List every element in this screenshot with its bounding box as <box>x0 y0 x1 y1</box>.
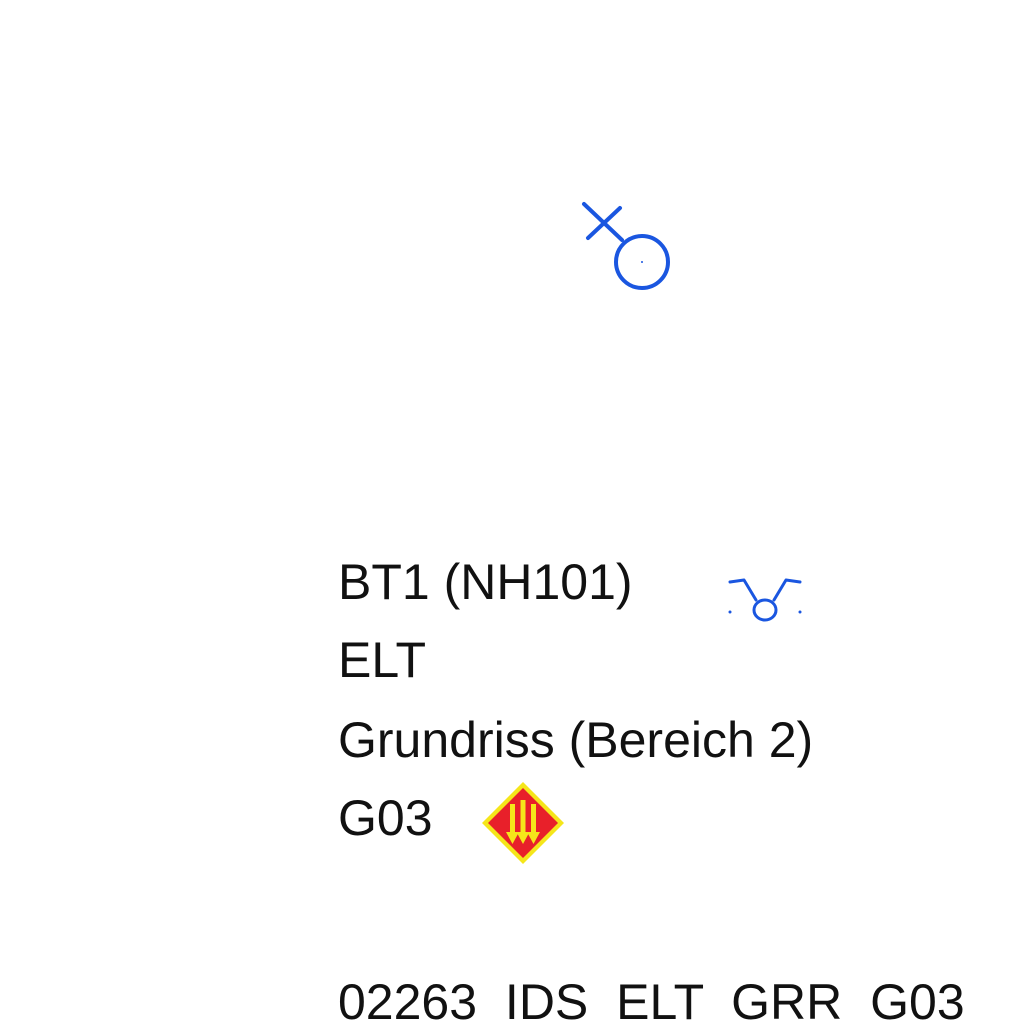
title-floor-line: G03 <box>338 790 433 846</box>
drawing-sheet: BT1 (NH101) ELT Grundriss (Bereich 2) G0… <box>0 0 1024 1024</box>
title-project-line: BT1 (NH101) <box>338 554 633 610</box>
title-plan-line: Grundriss (Bereich 2) <box>338 712 814 768</box>
outlet-symbol-icon <box>728 578 802 622</box>
electrical-hazard-diamond-icon <box>482 782 564 864</box>
luminaire-cross-circle-icon <box>582 202 670 290</box>
title-discipline-line: ELT <box>338 632 426 688</box>
drawing-code: 02263 IDS ELT GRR G03 <box>338 974 965 1024</box>
